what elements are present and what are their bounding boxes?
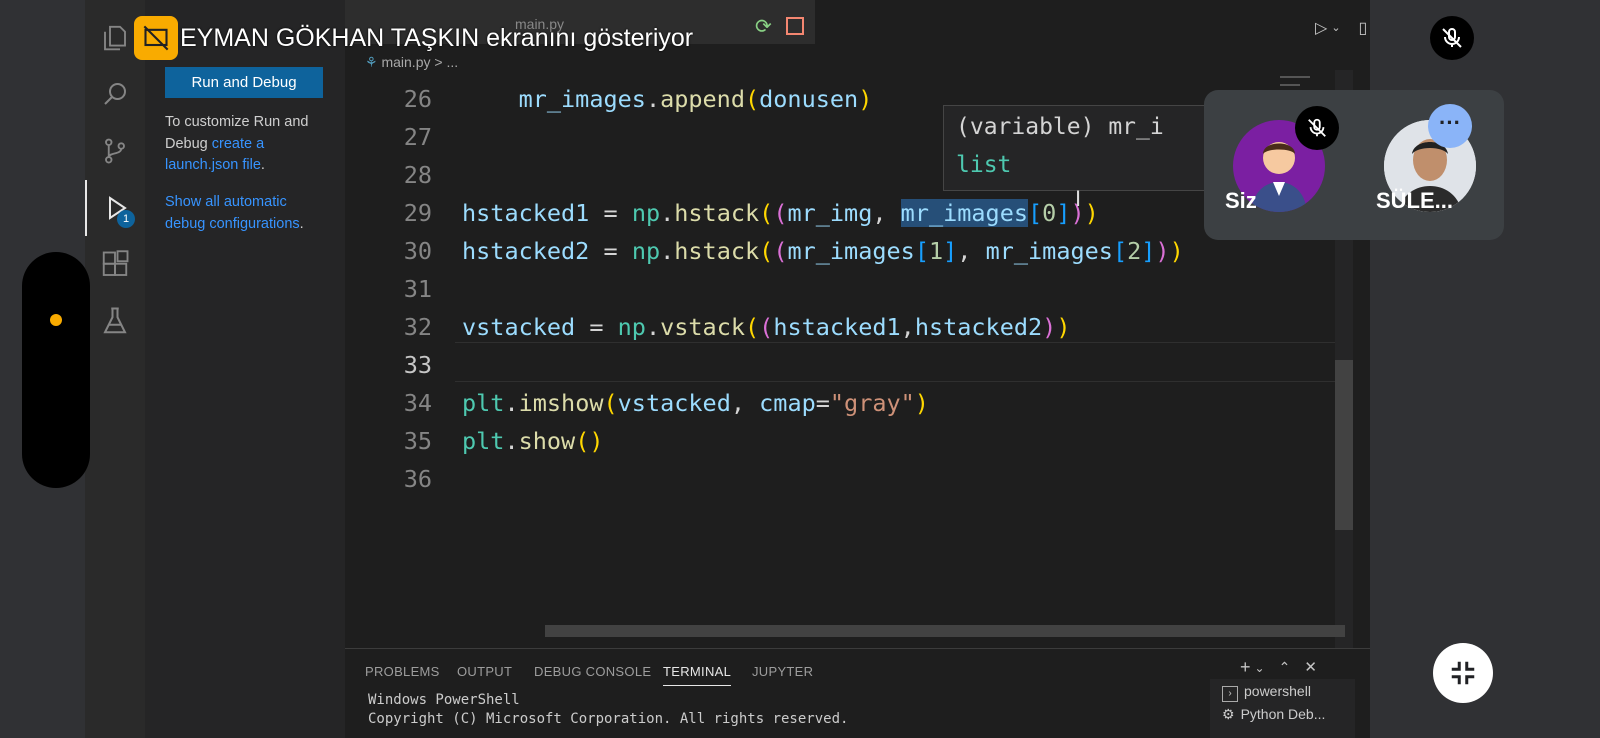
presenting-icon	[134, 16, 178, 60]
debug-badge: 1	[117, 210, 135, 228]
chevron-down-icon[interactable]: ⌄	[1331, 21, 1340, 38]
more-options-icon[interactable]: ···	[1428, 104, 1472, 148]
create-link[interactable]: create a	[212, 136, 264, 152]
run-debug-icon[interactable]: 1	[97, 190, 135, 228]
participant-name: SÜLE...	[1376, 188, 1454, 213]
line-number: 33	[403, 351, 432, 379]
line-number: 29	[403, 199, 432, 227]
current-line-highlight	[455, 342, 1335, 382]
terminal-list: › powershell ⚙ Python Deb...	[1210, 679, 1355, 738]
terminal-item-python-debug[interactable]: ⚙ Python Deb...	[1222, 706, 1325, 723]
run-and-debug-button[interactable]: Run and Debug	[165, 67, 323, 98]
chevron-down-icon[interactable]: ⌄	[1255, 661, 1265, 678]
mic-off-icon	[1295, 106, 1339, 150]
terminal-line: Copyright (C) Microsoft Corporation. All…	[368, 711, 849, 727]
code-line: 28	[345, 156, 462, 194]
line-number: 31	[403, 275, 432, 303]
code-line: 32 vstacked = np.vstack((hstacked1,hstack…	[345, 308, 1071, 346]
run-debug-sidebar: Run and Debug To customize Run and Debug…	[145, 0, 345, 738]
tab-jupyter[interactable]: JUPYTER	[752, 664, 813, 679]
participant-name: Siz	[1225, 188, 1257, 213]
shared-screen: 1 Run and Debug To customize Run and Deb…	[85, 0, 1370, 738]
launch-json-link[interactable]: launch.json file	[165, 157, 261, 173]
debug-gear-icon: ⚙	[1222, 706, 1235, 722]
search-icon[interactable]	[97, 76, 133, 112]
customize-line2: Debug	[165, 135, 212, 152]
bottom-panel: PROBLEMS OUTPUT DEBUG CONSOLE TERMINAL J…	[345, 648, 1370, 738]
side-pill[interactable]	[22, 252, 90, 488]
code-line: 34 plt.imshow(vstacked, cmap="gray")	[345, 384, 929, 422]
presenter-banner: EYMAN GÖKHAN TAŞKIN ekranını gösteriyor	[134, 16, 693, 60]
line-number: 34	[403, 389, 432, 417]
code-line: 26 mr_images.append(donusen)	[345, 80, 873, 118]
presenter-text: EYMAN GÖKHAN TAŞKIN ekranını gösteriyor	[180, 23, 694, 52]
tab-terminal[interactable]: TERMINAL	[663, 664, 732, 686]
text-cursor-icon: I	[1075, 186, 1082, 211]
debug-toolbar: ⟳	[755, 14, 804, 39]
code-line: 33	[345, 346, 462, 384]
add-terminal-icon[interactable]: +	[1240, 657, 1251, 678]
explorer-icon[interactable]	[97, 20, 133, 56]
line-number: 26	[403, 85, 432, 113]
terminal-item-powershell[interactable]: › powershell	[1222, 683, 1311, 702]
close-panel-icon[interactable]: ✕	[1304, 658, 1317, 678]
mic-off-icon[interactable]	[1430, 16, 1474, 60]
line-number: 30	[403, 237, 432, 265]
hover-signature: (variable) mr_i	[956, 114, 1164, 140]
show-all-link-line2[interactable]: debug configurations	[165, 216, 300, 232]
testing-flask-icon[interactable]	[97, 303, 133, 339]
split-editor-icon[interactable]: ▯	[1359, 18, 1368, 38]
horizontal-scrollbar[interactable]	[545, 625, 1345, 637]
line-number: 35	[403, 427, 432, 455]
tab-output[interactable]: OUTPUT	[457, 664, 512, 679]
restart-icon[interactable]: ⟳	[755, 14, 772, 39]
period: .	[260, 157, 265, 173]
panel-actions: + ⌄ ⌃ ✕	[1240, 657, 1317, 678]
period: .	[299, 215, 304, 232]
code-line: 36	[345, 460, 462, 498]
activity-bar: 1	[85, 0, 145, 738]
show-all-link-line1[interactable]: Show all automatic	[165, 194, 287, 210]
active-indicator	[85, 180, 87, 236]
extensions-icon[interactable]	[97, 247, 133, 283]
code-line: 27	[345, 118, 462, 156]
code-line: 35 plt.show()	[345, 422, 604, 460]
terminal-name: powershell	[1244, 683, 1311, 699]
terminal-icon: ›	[1222, 686, 1238, 702]
indicator-dot	[50, 314, 62, 326]
exit-fullscreen-icon[interactable]	[1433, 643, 1493, 703]
terminal-line: Windows PowerShell	[368, 692, 520, 708]
hover-type: list	[956, 152, 1012, 178]
source-control-icon[interactable]	[97, 133, 133, 169]
show-all-configs: Show all automatic debug configurations.	[165, 192, 340, 235]
code-line: 30 hstacked2 = np.hstack((mr_images[1], m…	[345, 232, 1184, 270]
line-number: 28	[403, 161, 432, 189]
participant-tiles: Siz ··· SÜLE...	[1204, 90, 1504, 240]
code-line: 31	[345, 270, 462, 308]
editor-actions: ▷ ⌄ ▯ ···	[1315, 18, 1370, 38]
line-number: 32	[403, 313, 432, 341]
tab-debug-console[interactable]: DEBUG CONSOLE	[534, 664, 651, 679]
customize-text: To customize Run and Debug create a laun…	[165, 112, 340, 177]
line-number: 27	[403, 123, 432, 151]
maximize-panel-icon[interactable]: ⌃	[1279, 659, 1291, 678]
terminal-name: Python Deb...	[1240, 706, 1326, 722]
customize-line1: To customize Run and	[165, 114, 309, 130]
stop-icon[interactable]	[785, 17, 804, 35]
run-file-icon[interactable]: ▷	[1315, 18, 1327, 38]
tab-problems[interactable]: PROBLEMS	[365, 664, 440, 679]
line-number: 36	[403, 465, 432, 493]
code-line: 29 hstacked1 = np.hstack((mr_img, mr_imag…	[345, 194, 1099, 232]
